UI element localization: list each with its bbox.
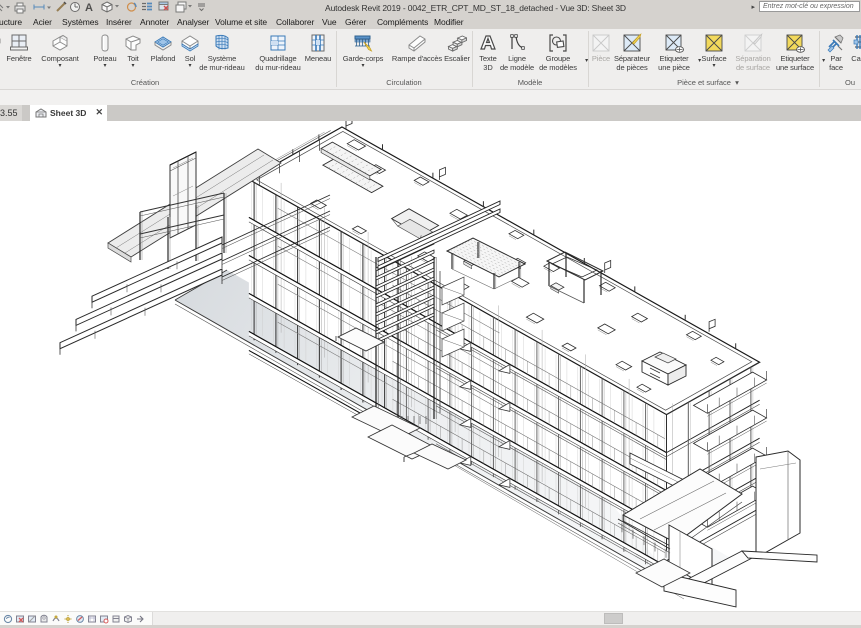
svg-text:A: A: [85, 2, 93, 14]
